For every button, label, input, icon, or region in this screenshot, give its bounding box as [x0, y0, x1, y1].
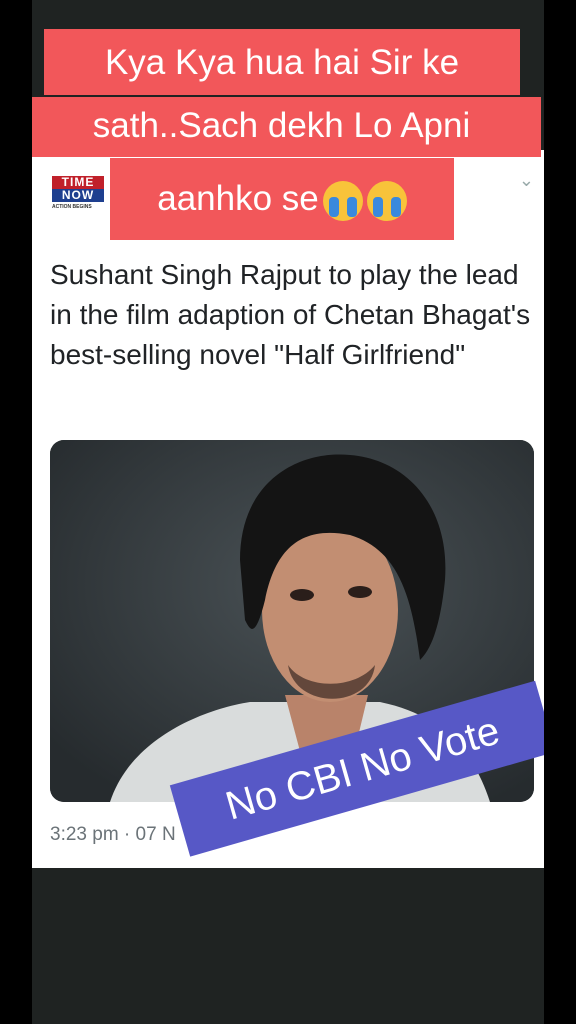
- caption-line-3: aanhko se: [110, 158, 454, 240]
- caption-line-2: sath..Sach dekh Lo Apni: [32, 97, 541, 157]
- video-frame: TIME NOW ACTION BEGINS ⌄ Sushant Singh R…: [32, 0, 544, 1024]
- crying-face-icon: [366, 180, 407, 221]
- caption-line-1: Kya Kya hua hai Sir ke: [44, 29, 520, 95]
- logo-now: NOW: [52, 189, 104, 202]
- tweet-timestamp: 3:23 pm · 07 N: [50, 824, 176, 845]
- chevron-down-icon[interactable]: ⌄: [519, 170, 534, 191]
- tweet-text: Sushant Singh Rajput to play the lead in…: [50, 259, 531, 370]
- times-now-logo: TIME NOW ACTION BEGINS: [52, 176, 108, 216]
- crying-face-icon: [322, 180, 363, 221]
- logo-tagline: ACTION BEGINS: [52, 204, 92, 210]
